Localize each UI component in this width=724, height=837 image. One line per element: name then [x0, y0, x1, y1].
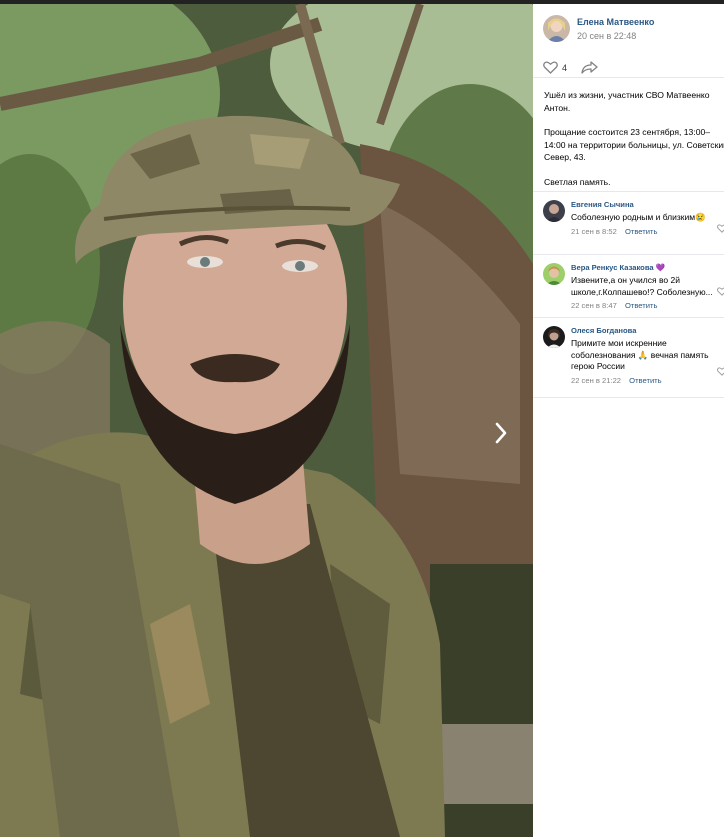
like-count: 4 [562, 62, 568, 73]
commenter-avatar-icon [543, 326, 565, 348]
comments-list: Евгения Сычина Соболезную родным и близк… [533, 191, 724, 398]
commenter-avatar-icon [543, 263, 565, 285]
comment-date[interactable]: 22 сен в 21:22 [571, 376, 621, 385]
comment-text: Примите мои искренние соболезнования 🙏 в… [571, 338, 721, 373]
post-text-line: 14:00 на территории больницы, ул. Советс… [544, 139, 724, 150]
comment-author[interactable]: Евгения Сычина [571, 200, 721, 209]
reply-link[interactable]: Ответить [625, 301, 657, 310]
avatar[interactable] [543, 15, 570, 42]
post-author: Елена Матвеенко 20 сен в 22:48 [533, 4, 724, 44]
comment-text-line: Примите мои искренние [571, 338, 667, 348]
heart-icon [543, 61, 558, 74]
comment-text-line: соболезнования 🙏 вечная память [571, 349, 709, 360]
post-sidebar: Елена Матвеенко 20 сен в 22:48 4 Ушёл из… [533, 4, 724, 837]
comment-author[interactable]: Вера Ренкус Казакова 💜 [571, 263, 721, 272]
post-text-line: Прощание состоится 23 сентября, 13:00– [544, 127, 711, 137]
reply-link[interactable]: Ответить [625, 227, 657, 236]
post-text-line: Антон. [544, 102, 571, 113]
avatar[interactable] [543, 326, 565, 348]
avatar[interactable] [543, 263, 565, 285]
comment-text: Извените,а он учился во 2й школе,г.Колпа… [571, 275, 721, 298]
heart-icon [717, 367, 724, 376]
heart-icon [717, 287, 724, 296]
like-button[interactable]: 4 [543, 61, 581, 74]
author-name[interactable]: Елена Матвеенко [577, 17, 654, 27]
comment-item: Вера Ренкус Казакова 💜 Извените,а он учи… [533, 255, 724, 318]
comment-date[interactable]: 22 сен в 8:47 [571, 301, 617, 310]
post-actions: 4 [533, 44, 724, 78]
comment-like-button[interactable] [717, 283, 724, 301]
comment-like-button[interactable] [717, 220, 724, 238]
share-button[interactable] [581, 61, 598, 74]
comment-text-line: Извените,а он учился во 2й [571, 275, 680, 285]
photo-viewer[interactable] [0, 4, 533, 837]
comment-item: Евгения Сычина Соболезную родным и близк… [533, 192, 724, 255]
comment-like-button[interactable] [717, 363, 724, 381]
reply-link[interactable]: Ответить [629, 376, 661, 385]
post-text-line: Север, 43. [544, 152, 586, 162]
comment-item: Олеся Богданова Примите мои искренние со… [533, 318, 724, 398]
author-avatar-icon [543, 15, 570, 42]
comment-text-line: школе,г.Колпашево!? Соболезную... [571, 286, 713, 297]
avatar[interactable] [543, 200, 565, 222]
heart-icon [717, 224, 724, 233]
comment-text: Соболезную родным и близким😢 [571, 212, 706, 222]
commenter-avatar-icon [543, 200, 565, 222]
post-text-line: Светлая память. [544, 176, 611, 187]
post-date[interactable]: 20 сен в 22:48 [577, 31, 654, 41]
next-photo-button[interactable] [494, 422, 520, 452]
chevron-right-icon [495, 422, 507, 444]
post-text: Ушёл из жизни, участник СВО Матвеенко Ан… [533, 78, 724, 188]
photo-image [0, 4, 533, 837]
comment-date[interactable]: 21 сен в 8:52 [571, 227, 617, 236]
comment-author[interactable]: Олеся Богданова [571, 326, 721, 335]
post-text-line: Ушёл из жизни, участник СВО Матвеенко [544, 90, 710, 100]
share-icon [581, 61, 598, 74]
comment-text-line: герою России [571, 361, 625, 371]
